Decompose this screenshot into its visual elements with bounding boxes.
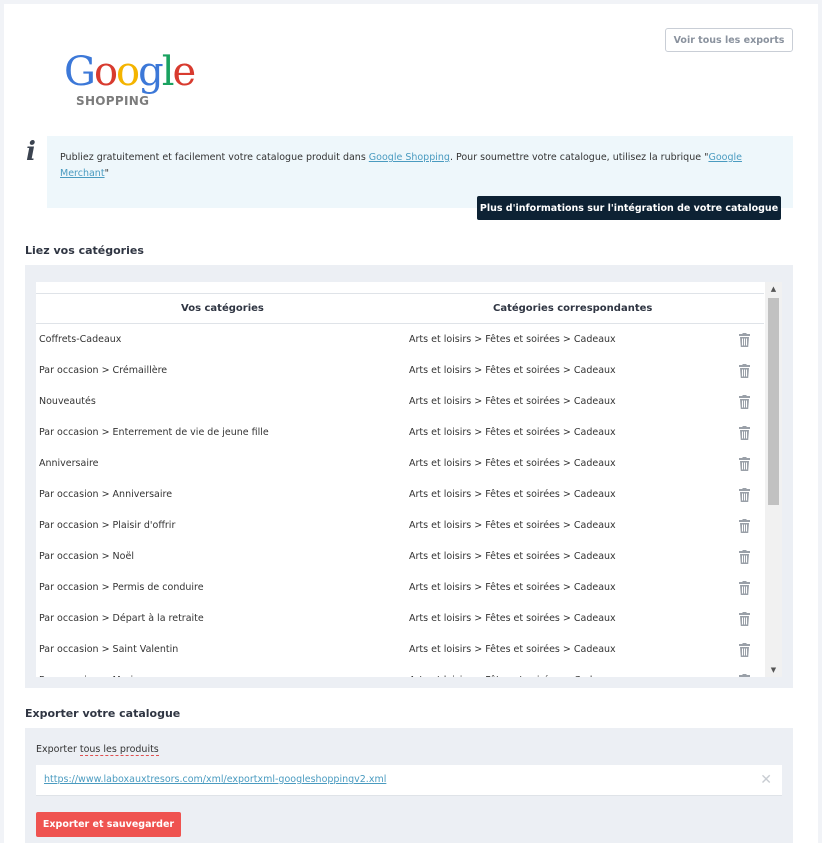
matching-category-cell[interactable]: Arts et loisirs > Fêtes et soirées > Cad… [409,675,616,677]
export-label: Exporter tous les produits [36,744,159,756]
info-text-middle: . Pour soumettre votre catalogue, utilis… [449,152,709,163]
your-category-cell: Par occasion > Départ à la retraite [39,613,204,624]
close-icon[interactable]: ✕ [760,772,772,788]
table-row: Par occasion > Crémaillère Arts et loisir… [36,356,764,387]
table-row: Par occasion > Saint Valentin Arts et loi… [36,635,764,666]
trash-icon[interactable] [739,612,750,626]
categories-table: Vos catégories Catégories correspondante… [36,282,782,677]
table-row: Anniversaire Arts et loisirs > Fêtes et s… [36,449,764,480]
trash-icon[interactable] [739,333,750,347]
matching-category-cell[interactable]: Arts et loisirs > Fêtes et soirées > Cad… [409,458,616,469]
your-category-cell: Anniversaire [39,458,99,469]
your-category-cell: Nouveautés [39,396,96,407]
column-header-your-categories: Vos catégories [181,303,264,314]
export-panel: Exporter tous les produits https://www.l… [25,728,793,843]
table-scrollbar[interactable]: ▲ ▼ [765,282,782,677]
trash-icon[interactable] [739,426,750,440]
trash-icon[interactable] [739,488,750,502]
scroll-up-arrow-icon[interactable]: ▲ [765,282,782,296]
trash-icon[interactable] [739,519,750,533]
table-row: Par occasion > Mariage Arts et loisirs > … [36,666,764,677]
your-category-cell: Par occasion > Plaisir d'offrir [39,520,176,531]
your-category-cell: Par occasion > Permis de conduire [39,582,204,593]
google-shopping-link[interactable]: Google Shopping [369,152,450,163]
export-section-title: Exporter votre catalogue [25,707,181,720]
logo-letter: G [64,49,96,95]
info-text: Publiez gratuitement et facilement votre… [60,150,780,182]
matching-category-cell[interactable]: Arts et loisirs > Fêtes et soirées > Cad… [409,427,616,438]
trash-icon[interactable] [739,395,750,409]
table-row: Par occasion > Noël Arts et loisirs > Fêt… [36,542,764,573]
matching-category-cell[interactable]: Arts et loisirs > Fêtes et soirées > Cad… [409,613,616,624]
your-category-cell: Coffrets-Cadeaux [39,334,122,345]
matching-category-cell[interactable]: Arts et loisirs > Fêtes et soirées > Cad… [409,582,616,593]
table-row: Par occasion > Départ à la retraite Arts … [36,604,764,635]
matching-category-cell[interactable]: Arts et loisirs > Fêtes et soirées > Cad… [409,520,616,531]
table-row: Coffrets-Cadeaux Arts et loisirs > Fêtes … [36,325,764,356]
your-category-cell: Par occasion > Crémaillère [39,365,168,376]
export-save-button[interactable]: Exporter et sauvegarder [36,812,181,837]
more-info-button[interactable]: Plus d'informations sur l'intégration de… [477,196,781,220]
export-url-link[interactable]: https://www.laboxauxtresors.com/xml/expo… [44,774,386,785]
trash-icon[interactable] [739,674,750,677]
table-row: Par occasion > Anniversaire Arts et loisi… [36,480,764,511]
table-row: Par occasion > Plaisir d'offrir Arts et l… [36,511,764,542]
trash-icon[interactable] [739,457,750,471]
export-url-field[interactable]: https://www.laboxauxtresors.com/xml/expo… [36,765,782,796]
export-scope-link[interactable]: tous les produits [79,744,159,756]
your-category-cell: Par occasion > Mariage [39,675,151,677]
export-label-prefix: Exporter [36,744,80,755]
trash-icon[interactable] [739,550,750,564]
table-row: Par occasion > Permis de conduire Arts et… [36,573,764,604]
your-category-cell: Par occasion > Saint Valentin [39,644,179,655]
table-row: Nouveautés Arts et loisirs > Fêtes et soi… [36,387,764,418]
your-category-cell: Par occasion > Anniversaire [39,489,173,500]
shopping-wordmark: SHOPPING [76,94,150,108]
matching-category-cell[interactable]: Arts et loisirs > Fêtes et soirées > Cad… [409,644,616,655]
logo-letter: g [138,49,164,95]
logo-letter: o [116,49,140,95]
google-wordmark: Google [64,48,214,96]
scrollbar-thumb[interactable] [768,298,779,505]
logo-letter: o [93,49,118,95]
trash-icon[interactable] [739,364,750,378]
categories-panel: Vos catégories Catégories correspondante… [25,265,793,688]
scroll-down-arrow-icon[interactable]: ▼ [765,663,782,677]
page: Voir tous les exports Google SHOPPING i … [4,4,818,843]
matching-category-cell[interactable]: Arts et loisirs > Fêtes et soirées > Cad… [409,551,616,562]
table-header: Vos catégories Catégories correspondante… [36,293,764,324]
logo-letter: e [172,49,197,95]
categories-section-title: Liez vos catégories [25,244,144,257]
info-text-before: Publiez gratuitement et facilement votre… [60,152,369,163]
info-text-after: " [104,168,109,179]
your-category-cell: Par occasion > Enterrement de vie de jeu… [39,427,269,438]
trash-icon[interactable] [739,581,750,595]
google-shopping-logo: Google SHOPPING [64,48,214,110]
matching-category-cell[interactable]: Arts et loisirs > Fêtes et soirées > Cad… [409,334,616,345]
logo-letter: l [161,49,175,95]
table-row: Par occasion > Enterrement de vie de jeu… [36,418,764,449]
column-header-matching-categories: Catégories correspondantes [493,303,653,314]
matching-category-cell[interactable]: Arts et loisirs > Fêtes et soirées > Cad… [409,489,616,500]
info-icon: i [26,137,36,167]
trash-icon[interactable] [739,643,750,657]
your-category-cell: Par occasion > Noël [39,551,134,562]
view-all-exports-button[interactable]: Voir tous les exports [665,28,793,52]
matching-category-cell[interactable]: Arts et loisirs > Fêtes et soirées > Cad… [409,365,616,376]
matching-category-cell[interactable]: Arts et loisirs > Fêtes et soirées > Cad… [409,396,616,407]
